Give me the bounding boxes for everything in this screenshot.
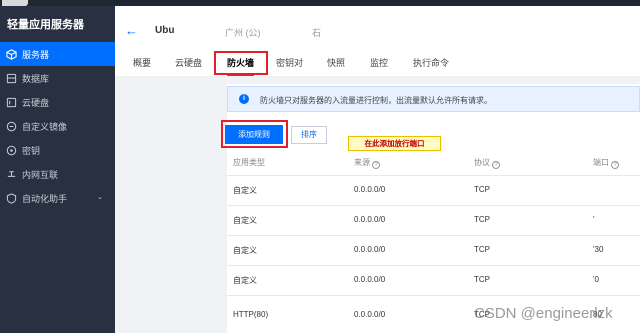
cell-protocol: TCP: [474, 215, 490, 224]
sidebar-item-label: 自动化助手: [22, 193, 68, 204]
help-icon: ?: [611, 161, 619, 169]
database-icon: [4, 71, 18, 85]
key-icon: [4, 143, 18, 157]
instance-name: Ubu: [155, 25, 175, 36]
cube-icon: [4, 47, 18, 61]
cell-protocol: TCP: [474, 275, 490, 284]
tab-overview[interactable]: 概要: [133, 55, 151, 77]
back-arrow-icon[interactable]: ←: [125, 23, 138, 38]
network-icon: [4, 167, 18, 181]
tab-keypair[interactable]: 密钥对: [276, 55, 303, 77]
instance-extra: 石: [312, 28, 322, 38]
cell-protocol: TCP: [474, 245, 490, 254]
cell-source: 0.0.0.0/0: [354, 185, 386, 194]
watermark: CSDN @engineerlzk: [474, 305, 613, 322]
column-header-port: 端口?: [593, 157, 619, 169]
cell-source: 0.0.0.0/0: [354, 245, 386, 254]
column-header-protocol: 协议?: [474, 157, 500, 169]
sort-button[interactable]: 排序: [291, 126, 327, 144]
sidebar-item-label: 数据库: [22, 73, 50, 84]
page-header: ← Ubu 广州 (公) 石 概要 云硬盘 防火墙 密钥对 快照 监控 执行命令: [115, 6, 640, 77]
sidebar-item-intranet[interactable]: 内网互联: [0, 162, 115, 186]
annotation-note: 在此添加放行端口: [348, 136, 441, 151]
table-row: 自定义 0.0.0.0/0 TCP '0: [227, 265, 640, 294]
sidebar-item-label: 云硬盘: [22, 97, 50, 108]
tab-monitor[interactable]: 监控: [370, 55, 388, 77]
cell-port: '0: [593, 275, 599, 284]
sidebar-item-label: 自定义镜像: [22, 121, 68, 132]
cell-protocol: TCP: [474, 185, 490, 194]
sidebar: 轻量应用服务器 服务器 数据库 云硬盘 自定义镜像 密钥 内网互联 自动化助手 …: [0, 6, 115, 333]
instance-region: 广州 (公): [225, 28, 261, 38]
info-text: 防火墙只对服务器的入流量进行控制，出流量默认允许所有请求。: [260, 96, 492, 105]
info-banner: i 防火墙只对服务器的入流量进行控制，出流量默认允许所有请求。: [227, 86, 640, 112]
column-header-app-type: 应用类型: [233, 158, 265, 167]
sidebar-item-servers[interactable]: 服务器: [0, 42, 115, 66]
cell-app-type: 自定义: [233, 216, 257, 225]
tab-snapshot[interactable]: 快照: [327, 55, 345, 77]
cell-app-type: 自定义: [233, 246, 257, 255]
tab-execute-command[interactable]: 执行命令: [413, 55, 449, 77]
cell-app-type: HTTP(80): [233, 310, 269, 319]
sidebar-item-database[interactable]: 数据库: [0, 66, 115, 90]
cell-port: '30: [593, 245, 604, 254]
cell-source: 0.0.0.0/0: [354, 310, 386, 319]
sidebar-item-label: 服务器: [22, 49, 50, 60]
table-row: 自定义 0.0.0.0/0 TCP: [227, 175, 640, 204]
table-row: 自定义 0.0.0.0/0 TCP ': [227, 205, 640, 234]
sidebar-item-label: 内网互联: [22, 169, 59, 180]
help-icon: ?: [372, 161, 380, 169]
sidebar-item-label: 密钥: [22, 145, 41, 156]
image-icon: [4, 119, 18, 133]
table-row: 自定义 0.0.0.0/0 TCP '30: [227, 235, 640, 264]
sidebar-title: 轻量应用服务器: [7, 19, 84, 31]
cell-app-type: 自定义: [233, 276, 257, 285]
sidebar-item-disk[interactable]: 云硬盘: [0, 90, 115, 114]
firewall-tab-highlight: [214, 51, 268, 75]
tab-bar: 概要 云硬盘 防火墙 密钥对 快照 监控 执行命令: [115, 55, 640, 77]
info-icon: i: [239, 94, 249, 104]
cell-source: 0.0.0.0/0: [354, 215, 386, 224]
sidebar-item-custom-image[interactable]: 自定义镜像: [0, 114, 115, 138]
chevron-down-icon: ⌄: [97, 194, 103, 201]
cell-app-type: 自定义: [233, 186, 257, 195]
tab-cloud-disk[interactable]: 云硬盘: [175, 55, 202, 77]
cell-source: 0.0.0.0/0: [354, 275, 386, 284]
help-icon: ?: [492, 161, 500, 169]
sidebar-item-automation[interactable]: 自动化助手 ⌄: [0, 186, 115, 210]
sidebar-item-keys[interactable]: 密钥: [0, 138, 115, 162]
disk-icon: [4, 95, 18, 109]
add-rule-highlight: [221, 120, 288, 148]
column-header-source: 来源?: [354, 157, 380, 169]
cell-port: ': [593, 215, 595, 224]
automation-icon: [4, 191, 18, 205]
